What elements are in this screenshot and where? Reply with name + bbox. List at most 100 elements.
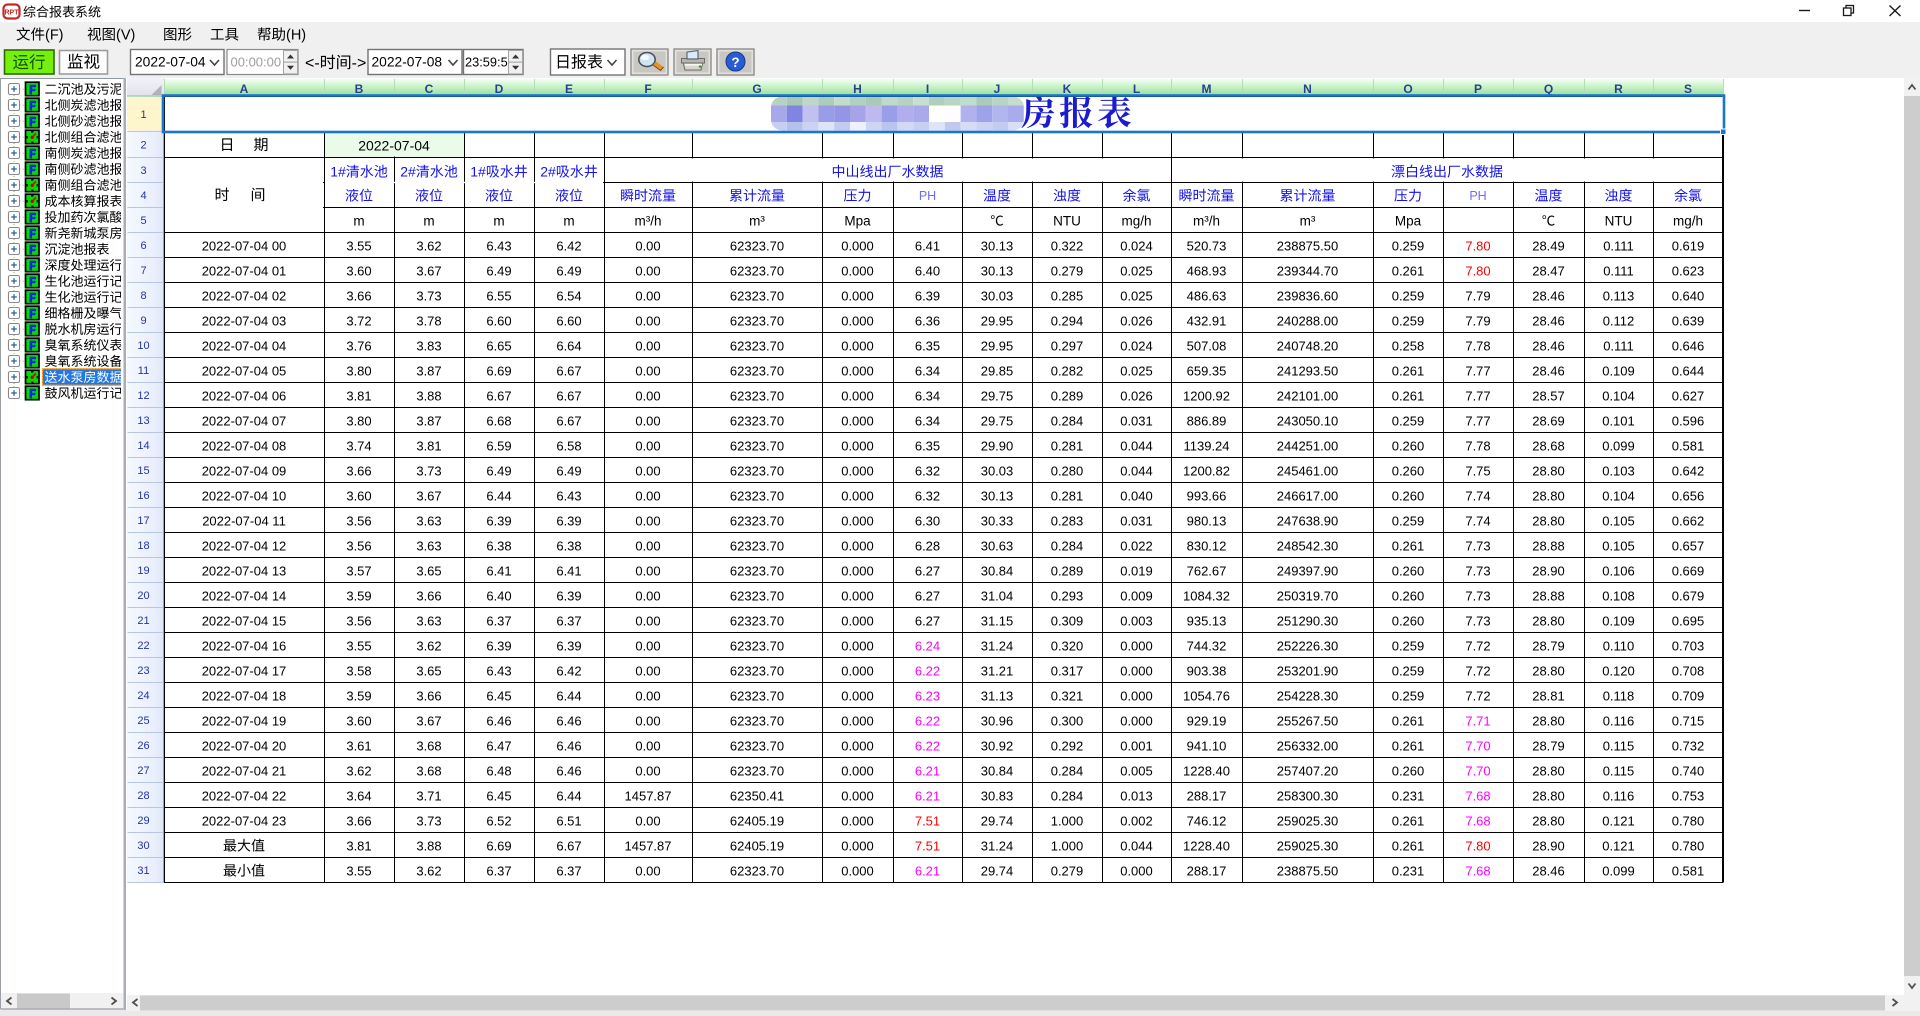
svg-text:6.32: 6.32 <box>915 489 940 504</box>
svg-text:0.000: 0.000 <box>1120 864 1153 879</box>
svg-text:0.280: 0.280 <box>1051 464 1084 479</box>
svg-text:m³/h: m³/h <box>635 214 662 229</box>
svg-text:7.79: 7.79 <box>1465 289 1490 304</box>
svg-text:240748.20: 240748.20 <box>1277 339 1338 354</box>
svg-text:62323.70: 62323.70 <box>730 239 784 254</box>
svg-text:0.002: 0.002 <box>1120 814 1153 829</box>
svg-text:31: 31 <box>137 865 149 877</box>
svg-text:0.669: 0.669 <box>1672 564 1705 579</box>
svg-text:6: 6 <box>140 240 146 252</box>
svg-text:m³/h: m³/h <box>1193 214 1220 229</box>
svg-text:6.39: 6.39 <box>556 589 581 604</box>
svg-text:0.662: 0.662 <box>1672 514 1705 529</box>
svg-text:28.80: 28.80 <box>1532 489 1565 504</box>
svg-text:245461.00: 245461.00 <box>1277 464 1338 479</box>
svg-text:0.000: 0.000 <box>841 414 874 429</box>
svg-text:3.88: 3.88 <box>416 839 441 854</box>
svg-text:3.62: 3.62 <box>346 764 371 779</box>
svg-text:0.642: 0.642 <box>1672 464 1705 479</box>
svg-text:257407.20: 257407.20 <box>1277 764 1338 779</box>
svg-text:0.283: 0.283 <box>1051 514 1084 529</box>
svg-text:258300.30: 258300.30 <box>1277 789 1338 804</box>
svg-text:62323.70: 62323.70 <box>730 539 784 554</box>
svg-text:3.61: 3.61 <box>346 739 371 754</box>
svg-text:0.00: 0.00 <box>635 764 660 779</box>
svg-text:0.031: 0.031 <box>1120 414 1153 429</box>
svg-text:0.284: 0.284 <box>1051 414 1084 429</box>
svg-text:m³: m³ <box>1300 214 1316 229</box>
svg-text:6.39: 6.39 <box>915 289 940 304</box>
svg-text:2022-07-04 22: 2022-07-04 22 <box>202 789 287 804</box>
svg-text:30.13: 30.13 <box>981 239 1014 254</box>
svg-text:10: 10 <box>137 340 149 352</box>
svg-text:2022-07-04 02: 2022-07-04 02 <box>202 289 287 304</box>
svg-text:30.84: 30.84 <box>981 564 1014 579</box>
svg-text:6.39: 6.39 <box>556 514 581 529</box>
svg-text:0.000: 0.000 <box>841 564 874 579</box>
svg-text:L: L <box>1133 82 1140 96</box>
svg-text:0.103: 0.103 <box>1602 464 1635 479</box>
svg-text:252226.30: 252226.30 <box>1277 639 1338 654</box>
svg-text:6.22: 6.22 <box>915 714 940 729</box>
svg-text:3.62: 3.62 <box>416 864 441 879</box>
svg-text:1.000: 1.000 <box>1051 839 1084 854</box>
svg-text:255267.50: 255267.50 <box>1277 714 1338 729</box>
svg-text:248542.30: 248542.30 <box>1277 539 1338 554</box>
svg-text:1#: 1# <box>330 164 346 180</box>
svg-text:0.105: 0.105 <box>1602 539 1635 554</box>
svg-text:6.52: 6.52 <box>486 814 511 829</box>
svg-text:H: H <box>853 82 862 96</box>
svg-text:7.71: 7.71 <box>1465 714 1490 729</box>
svg-text:0.259: 0.259 <box>1392 314 1425 329</box>
svg-text:3.60: 3.60 <box>346 489 371 504</box>
svg-text:0.000: 0.000 <box>841 289 874 304</box>
svg-text:6.48: 6.48 <box>486 764 511 779</box>
svg-text:3.62: 3.62 <box>416 239 441 254</box>
svg-text:21: 21 <box>137 615 149 627</box>
svg-text:28.80: 28.80 <box>1532 764 1565 779</box>
svg-text:254228.30: 254228.30 <box>1277 689 1338 704</box>
svg-text:432.91: 432.91 <box>1187 314 1227 329</box>
svg-text:0.596: 0.596 <box>1672 414 1705 429</box>
svg-text:6.46: 6.46 <box>556 739 581 754</box>
svg-text:0.00: 0.00 <box>635 289 660 304</box>
svg-text:6.22: 6.22 <box>915 739 940 754</box>
svg-text:239344.70: 239344.70 <box>1277 264 1338 279</box>
svg-text:30.03: 30.03 <box>981 289 1014 304</box>
svg-text:3.60: 3.60 <box>346 714 371 729</box>
svg-text:2022-07-08: 2022-07-08 <box>372 55 443 70</box>
svg-text:0.111: 0.111 <box>1603 339 1634 354</box>
svg-text:6.47: 6.47 <box>486 739 511 754</box>
svg-text:0.111: 0.111 <box>1603 239 1634 254</box>
svg-text:3.55: 3.55 <box>346 239 371 254</box>
svg-text:0.009: 0.009 <box>1120 589 1153 604</box>
svg-text:2022-07-04 01: 2022-07-04 01 <box>202 264 287 279</box>
svg-text:0.780: 0.780 <box>1672 814 1705 829</box>
svg-text:6.43: 6.43 <box>486 239 511 254</box>
svg-text:28.47: 28.47 <box>1532 264 1565 279</box>
svg-text:3.80: 3.80 <box>346 364 371 379</box>
svg-text:7.77: 7.77 <box>1465 364 1490 379</box>
svg-text:7: 7 <box>140 265 146 277</box>
svg-text:0.284: 0.284 <box>1051 539 1084 554</box>
svg-text:Q: Q <box>1544 82 1553 96</box>
svg-text:28.80: 28.80 <box>1532 714 1565 729</box>
svg-text:6.22: 6.22 <box>915 664 940 679</box>
svg-text:8: 8 <box>140 290 146 302</box>
svg-text:6.60: 6.60 <box>486 314 511 329</box>
svg-text:3.58: 3.58 <box>346 664 371 679</box>
svg-text:23: 23 <box>137 665 149 677</box>
svg-text:62323.70: 62323.70 <box>730 764 784 779</box>
svg-text:0.00: 0.00 <box>635 464 660 479</box>
svg-text:886.89: 886.89 <box>1187 414 1227 429</box>
svg-text:0.00: 0.00 <box>635 564 660 579</box>
svg-text:2022-07-04 09: 2022-07-04 09 <box>202 464 287 479</box>
svg-text:0.623: 0.623 <box>1672 264 1705 279</box>
svg-text:62323.70: 62323.70 <box>730 414 784 429</box>
svg-text:3.59: 3.59 <box>346 589 371 604</box>
svg-text:2022-07-04 16: 2022-07-04 16 <box>202 639 287 654</box>
svg-text:3.67: 3.67 <box>416 264 441 279</box>
svg-text:62323.70: 62323.70 <box>730 664 784 679</box>
svg-text:0.000: 0.000 <box>841 664 874 679</box>
svg-text:520.73: 520.73 <box>1187 239 1227 254</box>
